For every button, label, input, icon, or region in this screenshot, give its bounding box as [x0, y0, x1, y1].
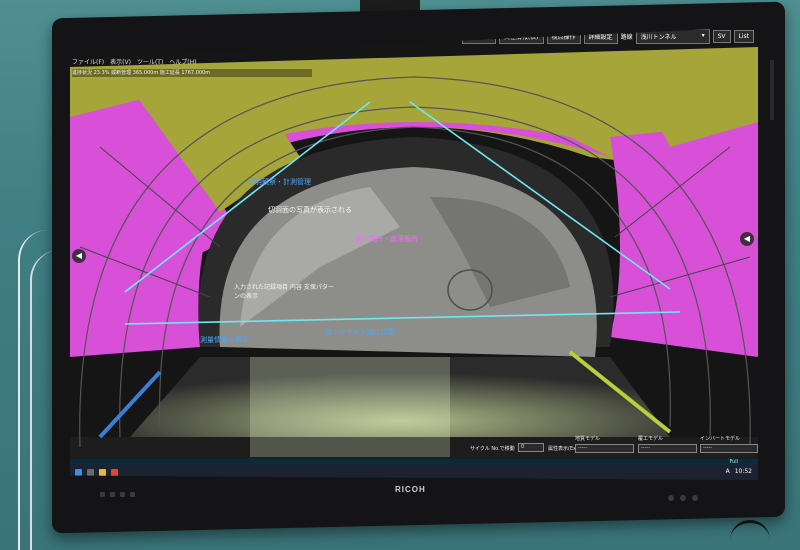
route-select-value: 浅川トンネル: [640, 34, 677, 41]
cycle-stepper-label: サイクル No.で移動: [470, 446, 515, 452]
bezel-button[interactable]: [120, 492, 125, 497]
invert-model-select[interactable]: -----: [700, 444, 758, 453]
bezel-button[interactable]: [668, 495, 674, 501]
search-icon[interactable]: [87, 469, 94, 476]
chevron-right-icon: ◀: [743, 234, 751, 243]
bezel-button[interactable]: [100, 492, 105, 497]
bezel-button[interactable]: [110, 492, 115, 497]
bezel-button[interactable]: [680, 495, 686, 501]
lining-model-select[interactable]: -----: [638, 444, 697, 453]
chevron-down-icon: ▾: [701, 32, 705, 39]
bezel-buttons-left: [100, 492, 135, 497]
lining-model-label: 覆工モデル: [638, 436, 664, 442]
annotation-face-photo: 切羽面の写真が表示される: [268, 206, 352, 214]
bezel-buttons-right: [668, 495, 698, 501]
brand-logo: RICOH: [395, 485, 426, 494]
system-tray: A 10:52: [726, 468, 752, 475]
geology-model-label: 地質モデル: [575, 436, 601, 442]
ime-indicator[interactable]: A: [726, 468, 730, 475]
bottom-panel: サイクル No.で移動 0 属性表示(Ex) 地質モデル ----- 覆工モデル…: [470, 435, 758, 461]
tunnel-3d-view[interactable]: [70, 27, 758, 480]
invert-model-label: インバートモデル: [700, 436, 741, 442]
annotation-water-collapse: 湧水箇所・崩落箇所: [355, 235, 418, 243]
annotation-survey: 測量情報の表示: [200, 336, 249, 344]
screen: T-Grading2 1.23.1.0 ファイル(F) 表示(V) ツール(T)…: [70, 27, 758, 480]
cycle-stepper[interactable]: 0: [518, 443, 544, 452]
menu-tools[interactable]: ツール(T): [137, 57, 163, 67]
side-strip: [770, 60, 774, 120]
bezel-button[interactable]: [130, 492, 135, 497]
route-label: 路線: [620, 34, 633, 41]
clock: 10:52: [734, 468, 752, 475]
status-bar: 進捗状況 23.3% 縦断管理 365.000m 施工延長 1767.000m: [72, 69, 312, 77]
annotation-rockbolt: ロックボルト施工位置: [325, 328, 395, 336]
menu-help[interactable]: ヘルプ(H): [169, 57, 196, 67]
nav-right-button[interactable]: ◀: [740, 232, 754, 246]
menu-bar: ファイル(F) 表示(V) ツール(T) ヘルプ(H): [72, 57, 312, 67]
annotation-face-observation: 切羽観察・計測管理: [248, 178, 311, 186]
windows-start-icon[interactable]: [75, 469, 82, 476]
bezel-button[interactable]: [692, 495, 698, 501]
list-button[interactable]: List: [733, 30, 754, 43]
folder-icon[interactable]: [99, 469, 106, 476]
menu-view[interactable]: 表示(V): [110, 57, 131, 67]
bottom-cables: [730, 520, 770, 543]
annotation-records: 入力された記録項目 内容 支保パターンの表示: [234, 284, 334, 300]
chevron-left-icon: ◀: [75, 251, 83, 260]
attribute-display-label: 属性表示(Ex): [548, 446, 579, 452]
sv-button[interactable]: SV: [712, 30, 731, 43]
menu-file[interactable]: ファイル(F): [72, 57, 104, 67]
nav-left-button[interactable]: ◀: [72, 249, 86, 263]
app-icon[interactable]: [111, 469, 118, 476]
geology-model-select[interactable]: -----: [575, 444, 634, 453]
